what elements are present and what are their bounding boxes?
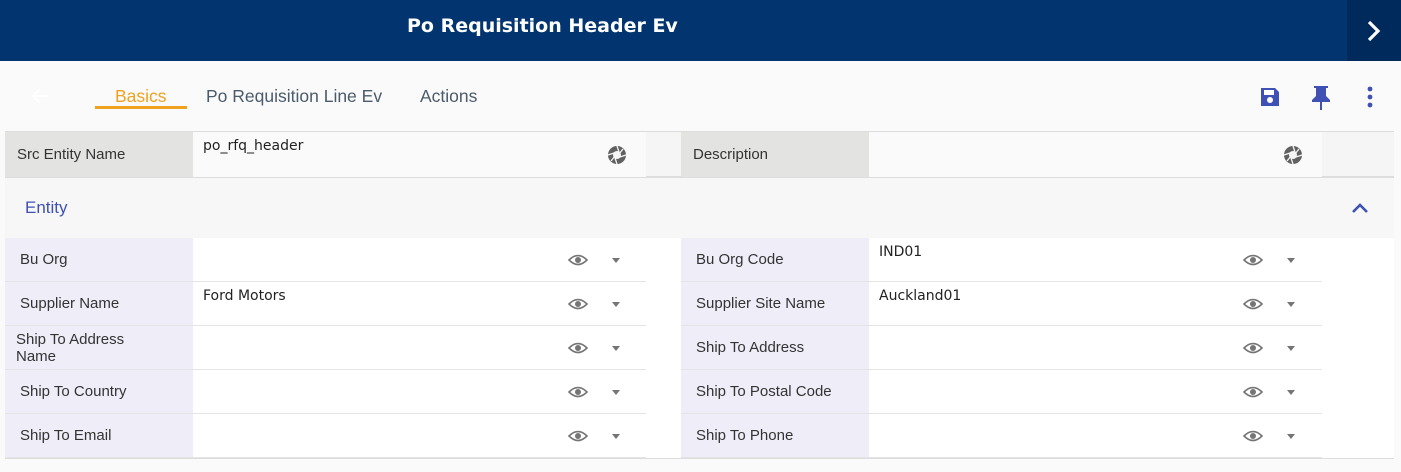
caret-down-icon[interactable] [612, 434, 620, 439]
description-label: Description [681, 132, 869, 177]
pin-icon [1312, 86, 1330, 110]
ship-to-country-row: Ship To Country [5, 370, 646, 414]
eye-icon[interactable] [1243, 426, 1263, 446]
tab-bar: Basics Po Requisition Line Ev Actions [0, 61, 1401, 131]
ship-to-email-row: Ship To Email [5, 414, 646, 458]
shutter-icon[interactable] [607, 145, 627, 165]
ship-to-phone-row: Ship To Phone [681, 414, 1322, 458]
eye-icon[interactable] [1243, 294, 1263, 314]
ship-to-address-name-row: Ship To Address Name [5, 326, 646, 370]
save-icon [1261, 88, 1279, 106]
caret-down-icon[interactable] [612, 302, 620, 307]
ship-to-postal-code-row: Ship To Postal Code [681, 370, 1322, 414]
bu-org-code-label: Bu Org Code [681, 238, 869, 281]
header-fields-row: Src Entity Name po_rfq_header Descriptio… [5, 131, 1394, 178]
entity-fields-grid: Bu Org Supplier Name Ford Motors Ship To… [5, 238, 1394, 458]
pin-button[interactable] [1307, 83, 1335, 111]
ship-to-postal-code-label: Ship To Postal Code [681, 370, 869, 413]
caret-down-icon[interactable] [612, 390, 620, 395]
src-entity-name-label: Src Entity Name [5, 132, 193, 177]
page-title: Po Requisition Header Ev [407, 15, 678, 37]
ship-to-address-name-label: Ship To Address Name [5, 326, 193, 369]
more-vert-icon [1367, 86, 1373, 108]
bu-org-row: Bu Org [5, 238, 646, 282]
supplier-site-name-row: Supplier Site Name Auckland01 [681, 282, 1322, 326]
active-tab-indicator [95, 106, 187, 109]
eye-icon[interactable] [568, 426, 588, 446]
save-button[interactable] [1256, 83, 1284, 111]
caret-down-icon[interactable] [612, 346, 620, 351]
bu-org-label: Bu Org [5, 238, 193, 281]
tab-po-requisition-line-ev[interactable]: Po Requisition Line Ev [206, 86, 382, 107]
eye-icon[interactable] [1243, 338, 1263, 358]
caret-down-icon[interactable] [1287, 302, 1295, 307]
caret-down-icon[interactable] [1287, 346, 1295, 351]
ship-to-address-label: Ship To Address [681, 326, 869, 369]
chevron-right-icon [1367, 20, 1381, 41]
ship-to-phone-label: Ship To Phone [681, 414, 869, 457]
eye-icon[interactable] [1243, 250, 1263, 270]
src-entity-name-field[interactable]: po_rfq_header [193, 132, 646, 177]
back-button[interactable] [28, 86, 52, 106]
tab-actions[interactable]: Actions [420, 86, 477, 107]
next-button[interactable] [1347, 0, 1401, 61]
eye-icon[interactable] [568, 338, 588, 358]
caret-down-icon[interactable] [1287, 434, 1295, 439]
section-title: Entity [25, 198, 68, 217]
supplier-name-label: Supplier Name [5, 282, 193, 325]
entity-section: Entity Bu Org Supplier Name Ford Motors … [5, 178, 1394, 459]
chevron-up-icon[interactable] [1350, 198, 1370, 218]
ship-to-address-row: Ship To Address [681, 326, 1322, 370]
eye-icon[interactable] [568, 250, 588, 270]
top-bar: Po Requisition Header Ev [0, 0, 1401, 61]
bu-org-code-row: Bu Org Code IND01 [681, 238, 1322, 282]
supplier-site-name-label: Supplier Site Name [681, 282, 869, 325]
eye-icon[interactable] [568, 294, 588, 314]
caret-down-icon[interactable] [1287, 258, 1295, 263]
more-options-button[interactable] [1356, 83, 1384, 111]
caret-down-icon[interactable] [612, 258, 620, 263]
ship-to-country-label: Ship To Country [5, 370, 193, 413]
eye-icon[interactable] [568, 382, 588, 402]
shutter-icon[interactable] [1283, 145, 1303, 165]
description-field[interactable] [869, 132, 1322, 177]
back-arrow-icon [31, 89, 48, 103]
eye-icon[interactable] [1243, 382, 1263, 402]
caret-down-icon[interactable] [1287, 390, 1295, 395]
tab-basics[interactable]: Basics [115, 86, 167, 107]
ship-to-email-label: Ship To Email [5, 414, 193, 457]
supplier-name-row: Supplier Name Ford Motors [5, 282, 646, 326]
